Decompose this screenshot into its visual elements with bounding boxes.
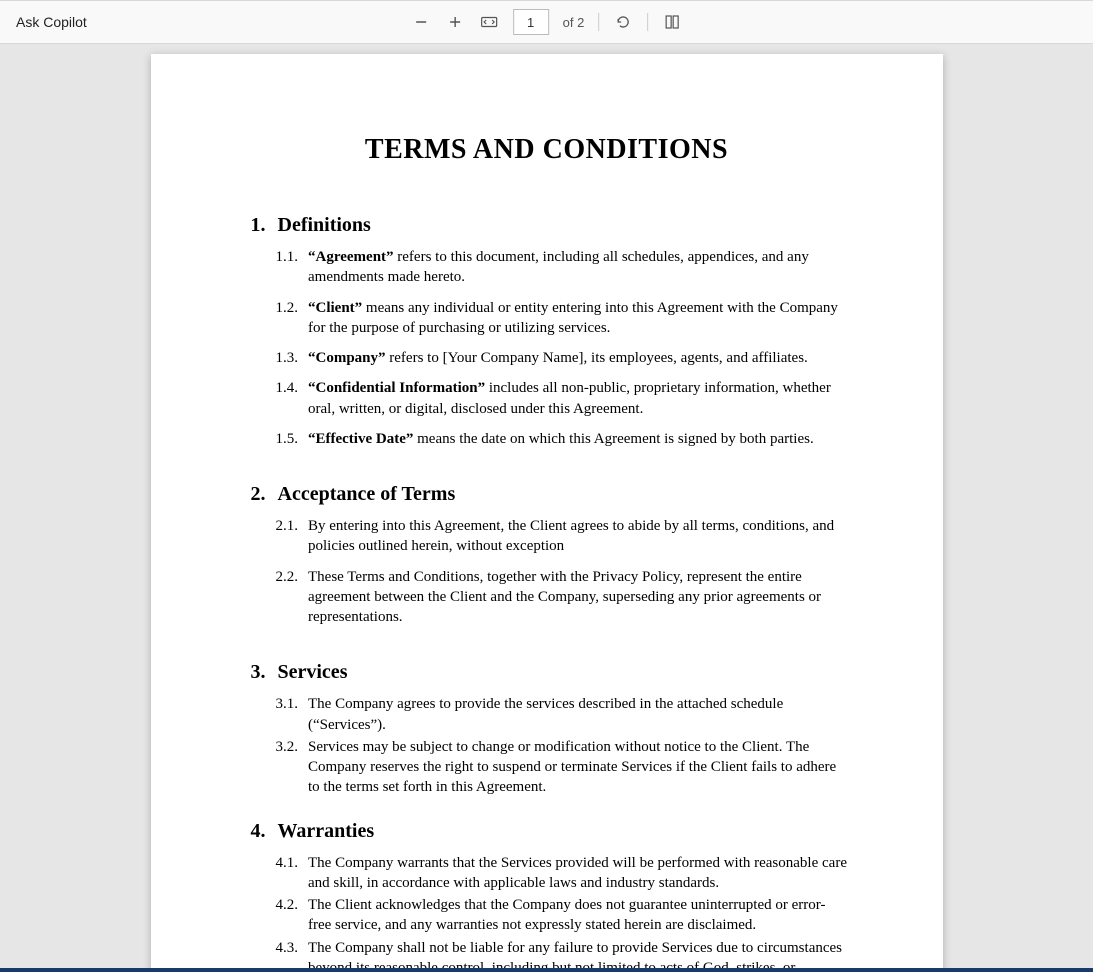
page-view-button[interactable] <box>662 12 682 32</box>
clause-text: The Company warrants that the Services p… <box>308 855 847 891</box>
clause-number: 3.1. <box>276 694 299 735</box>
clause-text: The Company agrees to provide the servic… <box>308 696 783 732</box>
clause: 1.3. “Company” refers to [Your Company Na… <box>246 348 848 368</box>
section-heading: 4. Warranties <box>246 820 848 843</box>
document-title: TERMS AND CONDITIONS <box>246 134 848 166</box>
clause-number: 2.1. <box>276 516 299 557</box>
clause-body: “Agreement” refers to this document, inc… <box>308 247 848 288</box>
zoom-out-button[interactable] <box>411 12 431 32</box>
clause-number: 4.2. <box>276 895 299 936</box>
clause-number: 2.2. <box>276 567 299 628</box>
rotate-button[interactable] <box>613 12 633 32</box>
section-number: 4. <box>246 820 266 843</box>
clause-number: 1.4. <box>276 378 299 419</box>
clause-number: 1.3. <box>276 348 299 368</box>
clause: 3.1. The Company agrees to provide the se… <box>246 694 848 735</box>
section-number: 2. <box>246 483 266 506</box>
ask-copilot-button[interactable]: Ask Copilot <box>10 10 93 34</box>
defined-term: “Company” <box>308 350 386 366</box>
clause: 3.2. Services may be subject to change or… <box>246 737 848 798</box>
clause-text: Services may be subject to change or mod… <box>308 739 836 796</box>
clause-number: 1.1. <box>276 247 299 288</box>
clause-list: 1.1. “Agreement” refers to this document,… <box>246 247 848 449</box>
zoom-in-button[interactable] <box>445 12 465 32</box>
clause-number: 1.5. <box>276 429 299 449</box>
clause-body: “Effective Date” means the date on which… <box>308 429 848 449</box>
clause-body: The Client acknowledges that the Company… <box>308 895 848 936</box>
clause-number: 4.3. <box>276 938 299 972</box>
clause-body: “Confidential Information” includes all … <box>308 378 848 419</box>
clause-text: means the date on which this Agreement i… <box>413 431 813 447</box>
defined-term: “Effective Date” <box>308 431 413 447</box>
clause: 1.4. “Confidential Information” includes … <box>246 378 848 419</box>
clause-body: “Client” means any individual or entity … <box>308 298 848 339</box>
clause-number: 1.2. <box>276 298 299 339</box>
clause: 2.1. By entering into this Agreement, the… <box>246 516 848 557</box>
clause-body: By entering into this Agreement, the Cli… <box>308 516 848 557</box>
defined-term: “Client” <box>308 300 362 316</box>
clause: 4.3. The Company shall not be liable for … <box>246 938 848 972</box>
clause-list: 3.1. The Company agrees to provide the se… <box>246 694 848 797</box>
clause-text: refers to [Your Company Name], its emplo… <box>386 350 808 366</box>
clause: 4.2. The Client acknowledges that the Com… <box>246 895 848 936</box>
clause-body: “Company” refers to [Your Company Name],… <box>308 348 848 368</box>
pdf-toolbar: Ask Copilot of 2 <box>0 0 1093 44</box>
section: 4. Warranties 4.1. The Company warrants tha… <box>246 820 848 972</box>
section-heading: 2. Acceptance of Terms <box>246 483 848 506</box>
section: 1. Definitions 1.1. “Agreement” refers to t… <box>246 214 848 449</box>
clause-list: 2.1. By entering into this Agreement, the… <box>246 516 848 627</box>
clause-body: The Company shall not be liable for any … <box>308 938 848 972</box>
section-title: Warranties <box>278 820 375 843</box>
page-total-label: of 2 <box>563 15 585 30</box>
clause-text: The Client acknowledges that the Company… <box>308 897 825 933</box>
document-viewport[interactable]: TERMS AND CONDITIONS 1. Definitions 1.1. “A… <box>0 44 1093 972</box>
clause-text: These Terms and Conditions, together wit… <box>308 569 821 626</box>
toolbar-divider <box>647 13 648 31</box>
clause: 2.2. These Terms and Conditions, together… <box>246 567 848 628</box>
taskbar-edge <box>0 968 1093 972</box>
clause-body: The Company warrants that the Services p… <box>308 853 848 894</box>
section-heading: 3. Services <box>246 661 848 684</box>
clause-body: Services may be subject to change or mod… <box>308 737 848 798</box>
fit-width-button[interactable] <box>479 12 499 32</box>
section-heading: 1. Definitions <box>246 214 848 237</box>
clause-list: 4.1. The Company warrants that the Servic… <box>246 853 848 972</box>
toolbar-divider <box>598 13 599 31</box>
section: 2. Acceptance of Terms 2.1. By entering int… <box>246 483 848 627</box>
toolbar-center-controls: of 2 <box>411 9 683 35</box>
section-title: Services <box>278 661 348 684</box>
section-number: 3. <box>246 661 266 684</box>
clause-number: 3.2. <box>276 737 299 798</box>
clause-text: By entering into this Agreement, the Cli… <box>308 518 834 554</box>
clause: 1.1. “Agreement” refers to this document,… <box>246 247 848 288</box>
clause-text: means any individual or entity entering … <box>308 300 838 336</box>
page-number-input[interactable] <box>513 9 549 35</box>
section-number: 1. <box>246 214 266 237</box>
clause-body: The Company agrees to provide the servic… <box>308 694 848 735</box>
clause: 1.2. “Client” means any individual or ent… <box>246 298 848 339</box>
defined-term: “Confidential Information” <box>308 380 485 396</box>
document-page: TERMS AND CONDITIONS 1. Definitions 1.1. “A… <box>151 54 943 972</box>
section: 3. Services 3.1. The Company agrees to prov… <box>246 661 848 797</box>
clause-number: 4.1. <box>276 853 299 894</box>
clause: 1.5. “Effective Date” means the date on w… <box>246 429 848 449</box>
section-title: Definitions <box>278 214 371 237</box>
section-title: Acceptance of Terms <box>278 483 456 506</box>
defined-term: “Agreement” <box>308 249 394 265</box>
clause: 4.1. The Company warrants that the Servic… <box>246 853 848 894</box>
clause-body: These Terms and Conditions, together wit… <box>308 567 848 628</box>
